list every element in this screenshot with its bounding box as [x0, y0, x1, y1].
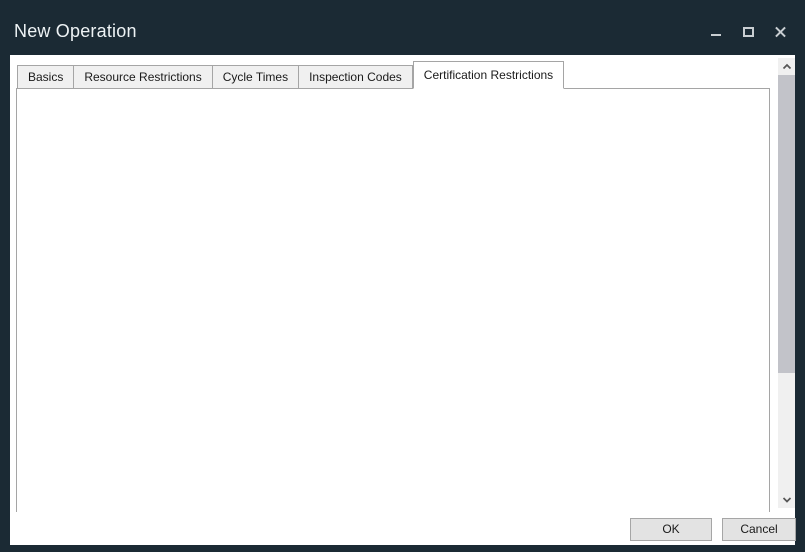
window-title: New Operation	[14, 21, 137, 42]
chevron-up-icon	[781, 63, 793, 71]
scrollbar-thumb[interactable]	[778, 75, 795, 373]
tab-basics[interactable]: Basics	[17, 65, 74, 89]
tab-inspection-codes[interactable]: Inspection Codes	[299, 65, 413, 89]
tab-resource-restrictions[interactable]: Resource Restrictions	[74, 65, 212, 89]
new-operation-dialog: New Operation Basics Resource Restrictio…	[0, 0, 805, 552]
scrollbar-up-button[interactable]	[778, 58, 795, 75]
vertical-scrollbar[interactable]	[778, 58, 795, 508]
window-controls	[710, 26, 787, 39]
ok-button[interactable]: OK	[630, 518, 712, 541]
tab-strip: Basics Resource Restrictions Cycle Times…	[17, 61, 564, 89]
close-button[interactable]	[774, 26, 787, 39]
chevron-down-icon	[781, 496, 793, 504]
maximize-icon	[743, 27, 754, 37]
tab-cycle-times[interactable]: Cycle Times	[213, 65, 299, 89]
cancel-button[interactable]: Cancel	[722, 518, 796, 541]
minimize-icon	[711, 34, 721, 36]
tab-certification-restrictions[interactable]: Certification Restrictions	[413, 61, 564, 89]
minimize-button[interactable]	[710, 26, 723, 39]
scrollbar-down-button[interactable]	[778, 491, 795, 508]
certification-restrictions-panel	[16, 88, 770, 512]
maximize-button[interactable]	[742, 26, 755, 39]
